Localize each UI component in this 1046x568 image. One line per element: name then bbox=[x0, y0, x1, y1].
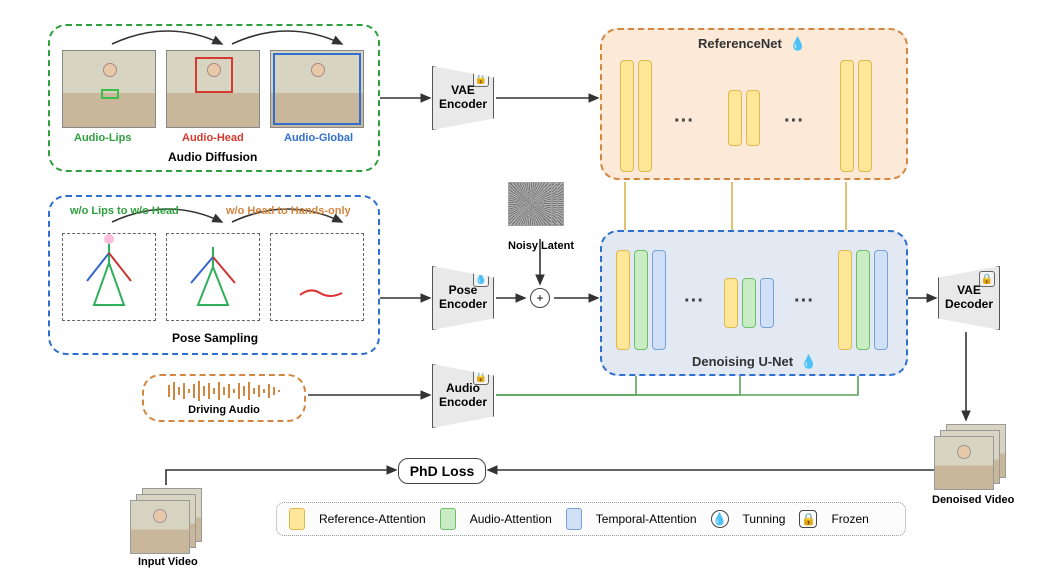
label-driving-audio: Driving Audio bbox=[188, 404, 260, 416]
audio-lips-thumb bbox=[62, 50, 156, 128]
legend-swatch-audio bbox=[440, 508, 456, 530]
vae-encoder: VAE Encoder 🔒 bbox=[432, 66, 494, 130]
label-audio-head: Audio-Head bbox=[182, 132, 244, 144]
tuning-icon: 💧 bbox=[473, 271, 489, 287]
label-audio-diffusion: Audio Diffusion bbox=[168, 150, 257, 164]
label-denoising-unet: Denoising U-Net bbox=[692, 354, 793, 369]
legend-swatch-ref bbox=[289, 508, 305, 530]
legend-audio: Audio-Attention bbox=[470, 512, 552, 526]
tuning-icon: 💧 bbox=[801, 354, 817, 369]
driving-audio-panel: Driving Audio bbox=[142, 374, 306, 422]
tuning-icon: 💧 bbox=[711, 510, 729, 528]
audio-global-thumb bbox=[270, 50, 364, 128]
frozen-icon: 🔒 bbox=[979, 271, 995, 287]
label-pose-left: w/o Lips to w/o Head bbox=[70, 205, 179, 217]
input-video-stack bbox=[130, 488, 206, 558]
denoised-video-stack bbox=[934, 424, 1010, 494]
pose-sampling-panel: w/o Lips to w/o Head w/o Head to Hands-o… bbox=[48, 195, 380, 355]
tuning-icon: 💧 bbox=[789, 36, 805, 51]
legend-temporal: Temporal-Attention bbox=[596, 512, 697, 526]
vae-decoder: VAE Decoder 🔒 bbox=[938, 266, 1000, 330]
legend: Reference-Attention Audio-Attention Temp… bbox=[276, 502, 906, 536]
referencenet-panel: ReferenceNet 💧 ··· ··· bbox=[600, 28, 908, 180]
legend-frozen: Frozen bbox=[831, 512, 868, 526]
audio-diffusion-panel: Audio-Lips Audio-Head Audio-Global Audio… bbox=[48, 24, 380, 172]
label-referencenet: ReferenceNet bbox=[698, 36, 782, 51]
legend-tuning: Tunning bbox=[743, 512, 786, 526]
label-denoised-video: Denoised Video bbox=[932, 494, 1014, 506]
frozen-icon: 🔒 bbox=[473, 369, 489, 385]
label-input-video: Input Video bbox=[138, 556, 198, 568]
legend-swatch-temporal bbox=[566, 508, 582, 530]
waveform-icon bbox=[159, 380, 289, 402]
label-audio-global: Audio-Global bbox=[284, 132, 353, 144]
pose-encoder: Pose Encoder 💧 bbox=[432, 266, 494, 330]
label-pose-right: w/o Head to Hands-only bbox=[226, 205, 351, 217]
label-pose-sampling: Pose Sampling bbox=[172, 331, 258, 345]
plus-icon: + bbox=[530, 288, 550, 308]
phd-loss: PhD Loss bbox=[398, 458, 486, 484]
label-audio-lips: Audio-Lips bbox=[74, 132, 131, 144]
legend-ref: Reference-Attention bbox=[319, 512, 426, 526]
denoising-unet-panel: ··· ··· Denoising U-Net 💧 bbox=[600, 230, 908, 376]
audio-encoder: Audio Encoder 🔒 bbox=[432, 364, 494, 428]
frozen-icon: 🔒 bbox=[473, 71, 489, 87]
audio-head-thumb bbox=[166, 50, 260, 128]
frozen-icon: 🔒 bbox=[799, 510, 817, 528]
label-noisy-latent: Noisy Latent bbox=[508, 240, 574, 252]
